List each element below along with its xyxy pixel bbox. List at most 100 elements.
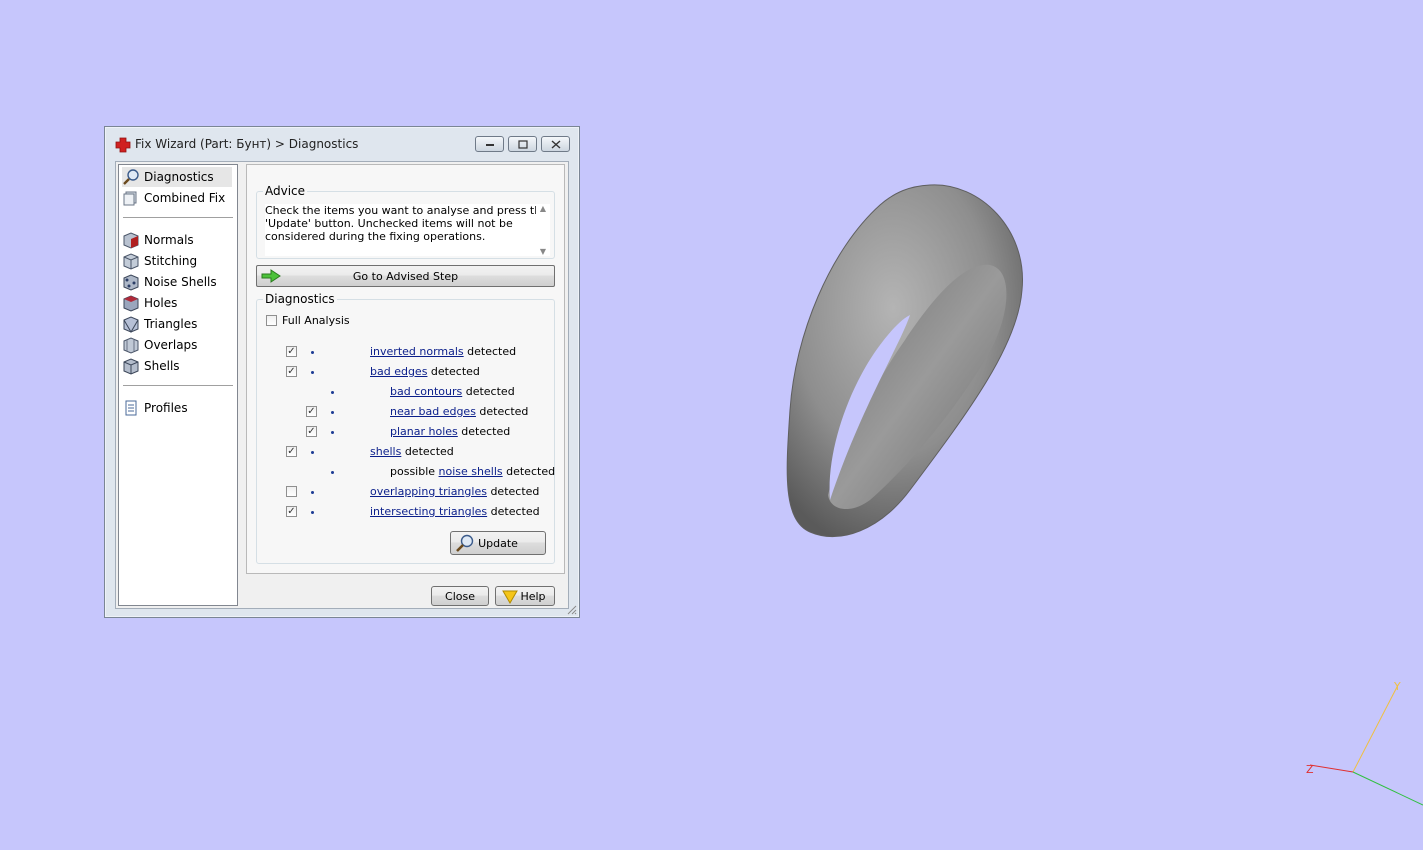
minimize-button[interactable] [475, 136, 504, 152]
nav-label: Overlaps [144, 338, 198, 352]
full-analysis-label: Full Analysis [282, 314, 350, 327]
title-bar[interactable]: Fix Wizard (Part: Бунт) > Diagnostics [105, 127, 579, 161]
row-suffix: detected [487, 505, 540, 518]
nav-item-overlaps[interactable]: Overlaps [122, 335, 232, 355]
diagnostic-link[interactable]: overlapping triangles [370, 485, 487, 498]
diagnostics-group-label: Diagnostics [263, 292, 337, 306]
nav-item-triangles[interactable]: Triangles [122, 314, 232, 334]
scroll-down-arrow-icon[interactable]: ▼ [540, 247, 546, 256]
diagnostics-page: Advice Check the items you want to analy… [246, 164, 565, 574]
advice-line: considered during the fixing operations. [265, 230, 486, 243]
diagnostic-row-text: inverted normals detected [370, 345, 516, 358]
diagnostic-link[interactable]: noise shells [439, 465, 503, 478]
bullet-icon [331, 391, 334, 394]
row-suffix: detected [457, 425, 511, 438]
red-cross-icon [115, 137, 131, 153]
row-suffix: detected [463, 345, 517, 358]
advice-group-label: Advice [263, 184, 308, 198]
diagnostic-checkbox[interactable]: ✓ [286, 446, 297, 457]
diagnostic-link[interactable]: near bad edges [390, 405, 476, 418]
resize-grip-icon[interactable] [565, 603, 577, 615]
normals-cube-icon [122, 231, 140, 249]
noise-shells-cube-icon [122, 273, 140, 291]
help-label: Help [520, 589, 546, 603]
shells-cube-icon [122, 357, 140, 375]
diagnostic-row-text: overlapping triangles detected [370, 485, 539, 498]
magnifier-icon [456, 534, 474, 552]
diagnostic-row-text: bad edges detected [370, 365, 480, 378]
close-button[interactable]: Close [431, 586, 489, 606]
nav-item-shells[interactable]: Shells [122, 356, 232, 376]
nav-item-diagnostics[interactable]: Diagnostics [122, 167, 232, 187]
z-axis-line [1309, 764, 1354, 773]
close-label: Close [445, 589, 475, 603]
nav-item-holes[interactable]: Holes [122, 293, 232, 313]
diagnostic-link[interactable]: planar holes [390, 425, 458, 438]
diagnostic-checkbox[interactable]: ✓ [306, 426, 317, 437]
wizard-nav: Diagnostics Combined Fix Normals Stitchi… [118, 164, 238, 606]
advice-text: Check the items you want to analyse and … [265, 204, 549, 256]
diagnostic-row-text: possible noise shells detected [390, 465, 555, 478]
magnifier-icon [122, 168, 140, 186]
nav-label: Profiles [144, 401, 188, 415]
document-icon [122, 399, 140, 417]
diagnostic-checkbox[interactable]: ✓ [286, 346, 297, 357]
nav-item-normals[interactable]: Normals [122, 230, 232, 250]
help-button[interactable]: Help [495, 586, 555, 606]
restore-icon [517, 139, 528, 149]
row-suffix: detected [486, 485, 540, 498]
row-prefix: possible [390, 465, 439, 478]
full-analysis-checkbox[interactable] [266, 315, 277, 326]
nav-item-combined-fix[interactable]: Combined Fix [122, 188, 232, 208]
scroll-up-arrow-icon[interactable]: ▲ [540, 204, 546, 213]
restore-button[interactable] [508, 136, 537, 152]
nav-label: Shells [144, 359, 180, 373]
row-suffix: detected [502, 465, 556, 478]
nav-divider [123, 217, 233, 219]
diagnostic-checkbox[interactable]: ✓ [286, 506, 297, 517]
bullet-icon [311, 511, 314, 514]
overlaps-cube-icon [122, 336, 140, 354]
nav-item-stitching[interactable]: Stitching [122, 251, 232, 271]
row-suffix: detected [401, 445, 454, 458]
axis-triad: Y Z [1306, 680, 1423, 806]
ring-model[interactable] [760, 170, 1040, 560]
fix-wizard-dialog: Fix Wizard (Part: Бунт) > Diagnostics Di… [104, 126, 580, 618]
diagnostic-link[interactable]: bad edges [370, 365, 427, 378]
dialog-title: Fix Wizard (Part: Бунт) > Diagnostics [135, 137, 359, 151]
row-suffix: detected [427, 365, 480, 378]
diagnostic-checkbox[interactable]: ✓ [286, 366, 297, 377]
diagnostic-link[interactable]: inverted normals [370, 345, 464, 358]
diagnostic-row-text: bad contours detected [390, 385, 515, 398]
go-to-advised-step-button[interactable]: Go to Advised Step [256, 265, 555, 287]
diagnostic-checkbox[interactable] [286, 486, 297, 497]
bullet-icon [331, 471, 334, 474]
diagnostic-link[interactable]: intersecting triangles [370, 505, 487, 518]
diagnostic-row-text: shells detected [370, 445, 454, 458]
bullet-icon [311, 371, 314, 374]
close-window-button[interactable] [541, 136, 570, 152]
diagnostic-row-text: intersecting triangles detected [370, 505, 540, 518]
update-label: Update [478, 536, 518, 550]
diagnostic-checkbox[interactable]: ✓ [306, 406, 317, 417]
advice-group: Advice Check the items you want to analy… [256, 184, 555, 259]
bullet-icon [311, 351, 314, 354]
nav-item-profiles[interactable]: Profiles [122, 398, 232, 418]
bullet-icon [311, 451, 314, 454]
nav-item-noise-shells[interactable]: Noise Shells [122, 272, 232, 292]
diagnostic-row-text: near bad edges detected [390, 405, 528, 418]
advice-line: Check the items you want to analyse and … [265, 204, 548, 217]
advice-line: 'Update' button. Unchecked items will no… [265, 217, 513, 230]
minimize-icon [485, 144, 494, 146]
nav-label: Combined Fix [144, 191, 226, 205]
stitching-cube-icon [122, 252, 140, 270]
nav-label: Stitching [144, 254, 198, 268]
y-axis-label: Y [1393, 680, 1401, 693]
dialog-content: Diagnostics Combined Fix Normals Stitchi… [115, 161, 569, 609]
advice-scrollbar[interactable]: ▲ ▼ [536, 204, 550, 256]
close-icon [551, 139, 560, 149]
diagnostic-link[interactable]: shells [370, 445, 401, 458]
update-button[interactable]: Update [450, 531, 546, 555]
diagnostic-link[interactable]: bad contours [390, 385, 462, 398]
bullet-icon [331, 411, 334, 414]
